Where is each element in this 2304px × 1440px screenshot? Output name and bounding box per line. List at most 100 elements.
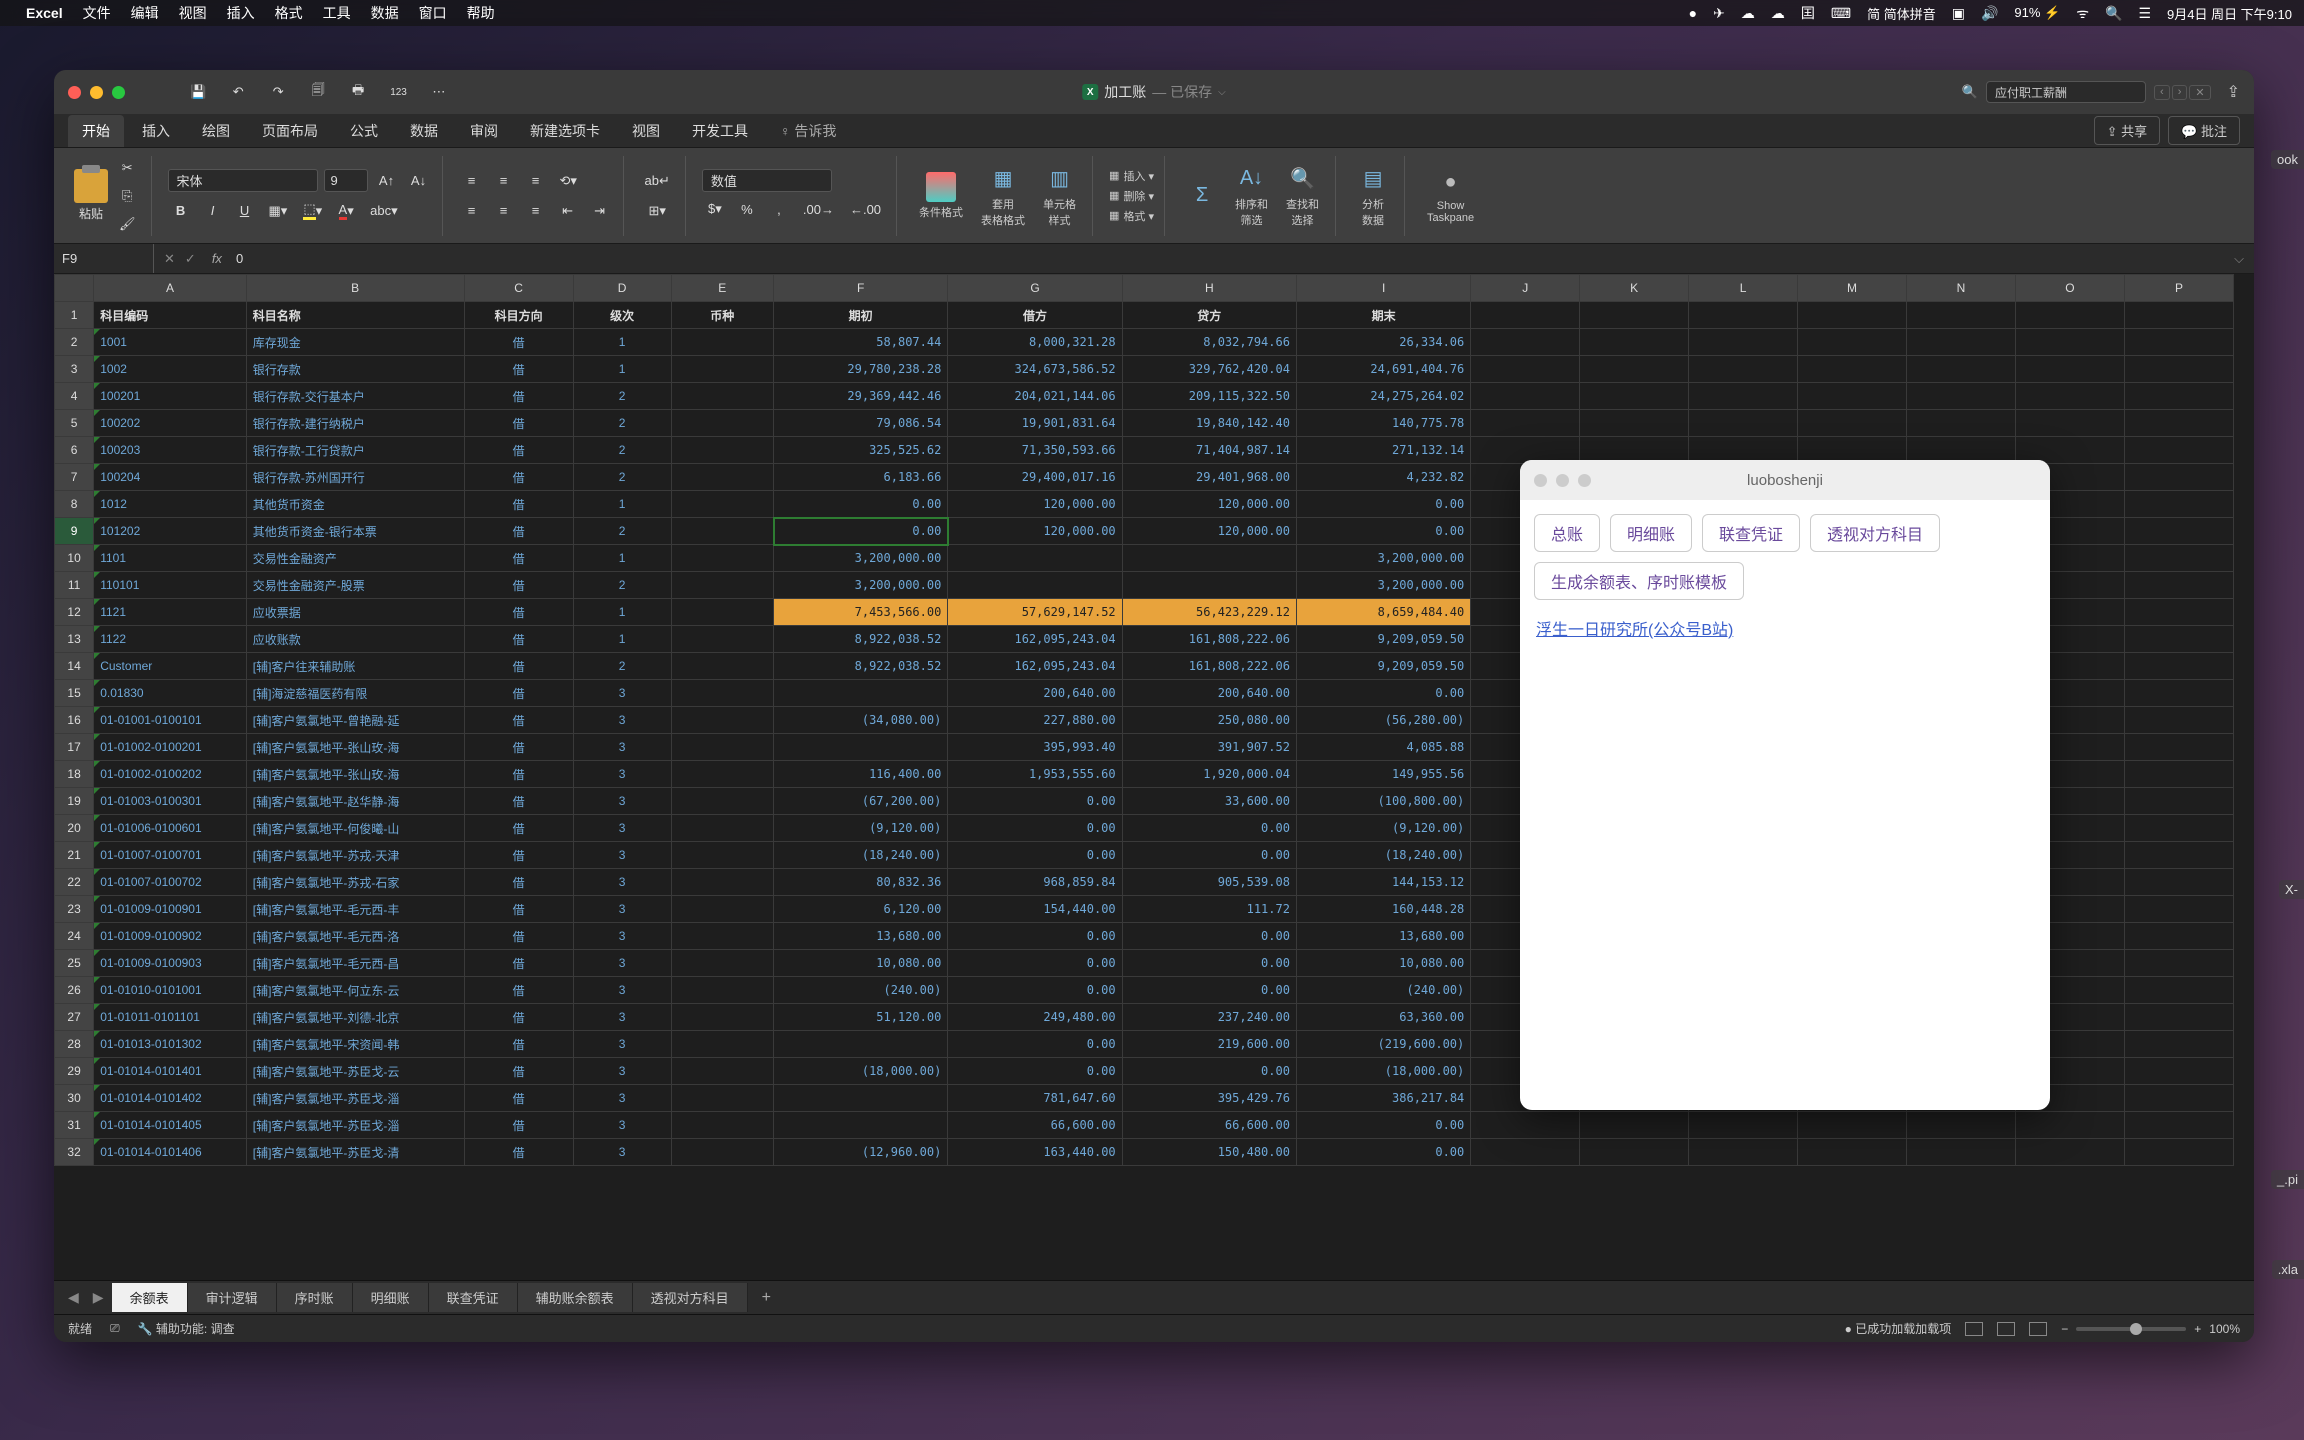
cell[interactable]: (100,800.00) (1296, 788, 1470, 815)
cell[interactable]: [辅]客户氨氯地平-苏臣戈-云 (246, 1058, 464, 1085)
row-header[interactable]: 24 (55, 923, 94, 950)
cell[interactable]: (56,280.00) (1296, 707, 1470, 734)
cell[interactable]: 3 (573, 842, 671, 869)
cell[interactable]: 3 (573, 788, 671, 815)
cell[interactable]: (18,000.00) (1296, 1058, 1470, 1085)
cell[interactable]: 0.00 (1122, 842, 1296, 869)
panel-action-chip[interactable]: 生成余额表、序时账模板 (1534, 562, 1744, 600)
wrap-text-button[interactable]: ab↵ (640, 168, 675, 194)
cell[interactable] (671, 896, 773, 923)
cell[interactable]: 2 (573, 518, 671, 545)
dec-decimal-icon[interactable]: ←.00 (845, 196, 886, 222)
row-header[interactable]: 3 (55, 356, 94, 383)
cell[interactable]: 325,525.62 (774, 437, 948, 464)
cell[interactable]: 1 (573, 545, 671, 572)
cell[interactable]: 交易性金融资产-股票 (246, 572, 464, 599)
cell[interactable] (1471, 410, 1580, 437)
cell[interactable]: 163,440.00 (948, 1139, 1122, 1166)
status-icon[interactable]: ✈ (1713, 5, 1725, 22)
cell[interactable]: 0.00 (1122, 1058, 1296, 1085)
sort-filter-button[interactable]: A↓排序和 筛选 (1229, 164, 1274, 228)
cell[interactable] (2015, 383, 2124, 410)
cell[interactable]: 781,647.60 (948, 1085, 1122, 1112)
cell[interactable]: (34,080.00) (774, 707, 948, 734)
cell[interactable]: 26,334.06 (1296, 329, 1470, 356)
cell[interactable]: 3 (573, 950, 671, 977)
share-button[interactable]: ⇪ 共享 (2094, 116, 2161, 145)
cell[interactable]: 3 (573, 1139, 671, 1166)
cell[interactable]: 0.00 (1296, 518, 1470, 545)
cell[interactable]: 3 (573, 761, 671, 788)
cell[interactable] (1907, 1112, 2016, 1139)
row-header[interactable]: 26 (55, 977, 94, 1004)
cell[interactable]: 160,448.28 (1296, 896, 1470, 923)
cell[interactable]: 0.00 (948, 950, 1122, 977)
cell[interactable] (1798, 356, 1907, 383)
cell[interactable]: [辅]客户氨氯地平-毛元西-洛 (246, 923, 464, 950)
cell[interactable] (671, 1112, 773, 1139)
cell[interactable]: 借 (464, 1004, 573, 1031)
cell[interactable] (671, 383, 773, 410)
cell[interactable]: 144,153.12 (1296, 869, 1470, 896)
cell[interactable]: 29,369,442.46 (774, 383, 948, 410)
cell[interactable] (2124, 572, 2233, 599)
cell[interactable]: 3 (573, 707, 671, 734)
cell[interactable]: 386,217.84 (1296, 1085, 1470, 1112)
cell[interactable] (2124, 383, 2233, 410)
cell[interactable] (671, 707, 773, 734)
underline-button[interactable]: U (232, 198, 258, 224)
cell[interactable]: 271,132.14 (1296, 437, 1470, 464)
cell[interactable]: 01-01006-0100601 (94, 815, 247, 842)
cell[interactable]: 1002 (94, 356, 247, 383)
cell[interactable] (1689, 1112, 1798, 1139)
sheet-tab[interactable]: 联查凭证 (429, 1283, 518, 1312)
formula-input[interactable]: 0 (228, 251, 2224, 266)
cell[interactable] (948, 572, 1122, 599)
fill-color-button[interactable]: ⬚▾ (298, 198, 327, 224)
cell[interactable] (2015, 410, 2124, 437)
cell[interactable]: 3,200,000.00 (774, 545, 948, 572)
shrink-font-icon[interactable]: A↓ (406, 168, 432, 194)
cell[interactable] (1471, 302, 1580, 329)
cell[interactable]: 借 (464, 923, 573, 950)
tab-layout[interactable]: 页面布局 (248, 115, 332, 147)
cell[interactable]: 0.00 (948, 923, 1122, 950)
zoom-button[interactable] (112, 86, 125, 99)
cell[interactable]: 63,360.00 (1296, 1004, 1470, 1031)
cell[interactable] (1689, 410, 1798, 437)
control-center-icon[interactable]: ☰ (2138, 5, 2151, 22)
cell[interactable]: 01-01007-0100701 (94, 842, 247, 869)
cell[interactable]: 80,832.36 (774, 869, 948, 896)
cell[interactable]: 3 (573, 1058, 671, 1085)
cell[interactable] (1580, 329, 1689, 356)
cell[interactable]: 0.00 (1296, 680, 1470, 707)
fx-icon[interactable]: fx (206, 251, 228, 266)
zoom-level[interactable]: 100% (2209, 1322, 2240, 1336)
cell[interactable]: 79,086.54 (774, 410, 948, 437)
cell[interactable]: 3,200,000.00 (1296, 545, 1470, 572)
cell[interactable]: 借 (464, 1139, 573, 1166)
cell[interactable] (671, 626, 773, 653)
cell[interactable]: (18,000.00) (774, 1058, 948, 1085)
cell[interactable]: 8,922,038.52 (774, 653, 948, 680)
cell[interactable]: 借 (464, 437, 573, 464)
cell[interactable]: 0.01830 (94, 680, 247, 707)
cell[interactable] (774, 680, 948, 707)
cell[interactable]: 8,922,038.52 (774, 626, 948, 653)
cell[interactable]: 3 (573, 680, 671, 707)
row-header[interactable]: 12 (55, 599, 94, 626)
cell[interactable]: 银行存款-工行贷款户 (246, 437, 464, 464)
cell[interactable]: [辅]客户氨氯地平-张山玫-海 (246, 734, 464, 761)
cell-styles-button[interactable]: ▥单元格 样式 (1037, 164, 1082, 228)
cell[interactable]: 银行存款-苏州国开行 (246, 464, 464, 491)
cell[interactable]: 13,680.00 (1296, 923, 1470, 950)
cell[interactable]: (67,200.00) (774, 788, 948, 815)
cell[interactable]: 01-01014-0101406 (94, 1139, 247, 1166)
cell[interactable]: 6,183.66 (774, 464, 948, 491)
menu-view[interactable]: 视图 (179, 3, 207, 23)
cell[interactable]: 29,780,238.28 (774, 356, 948, 383)
comma-icon[interactable]: , (766, 196, 792, 222)
minimize-button[interactable] (90, 86, 103, 99)
cell[interactable]: 借 (464, 815, 573, 842)
name-box[interactable]: F9 (54, 244, 154, 273)
